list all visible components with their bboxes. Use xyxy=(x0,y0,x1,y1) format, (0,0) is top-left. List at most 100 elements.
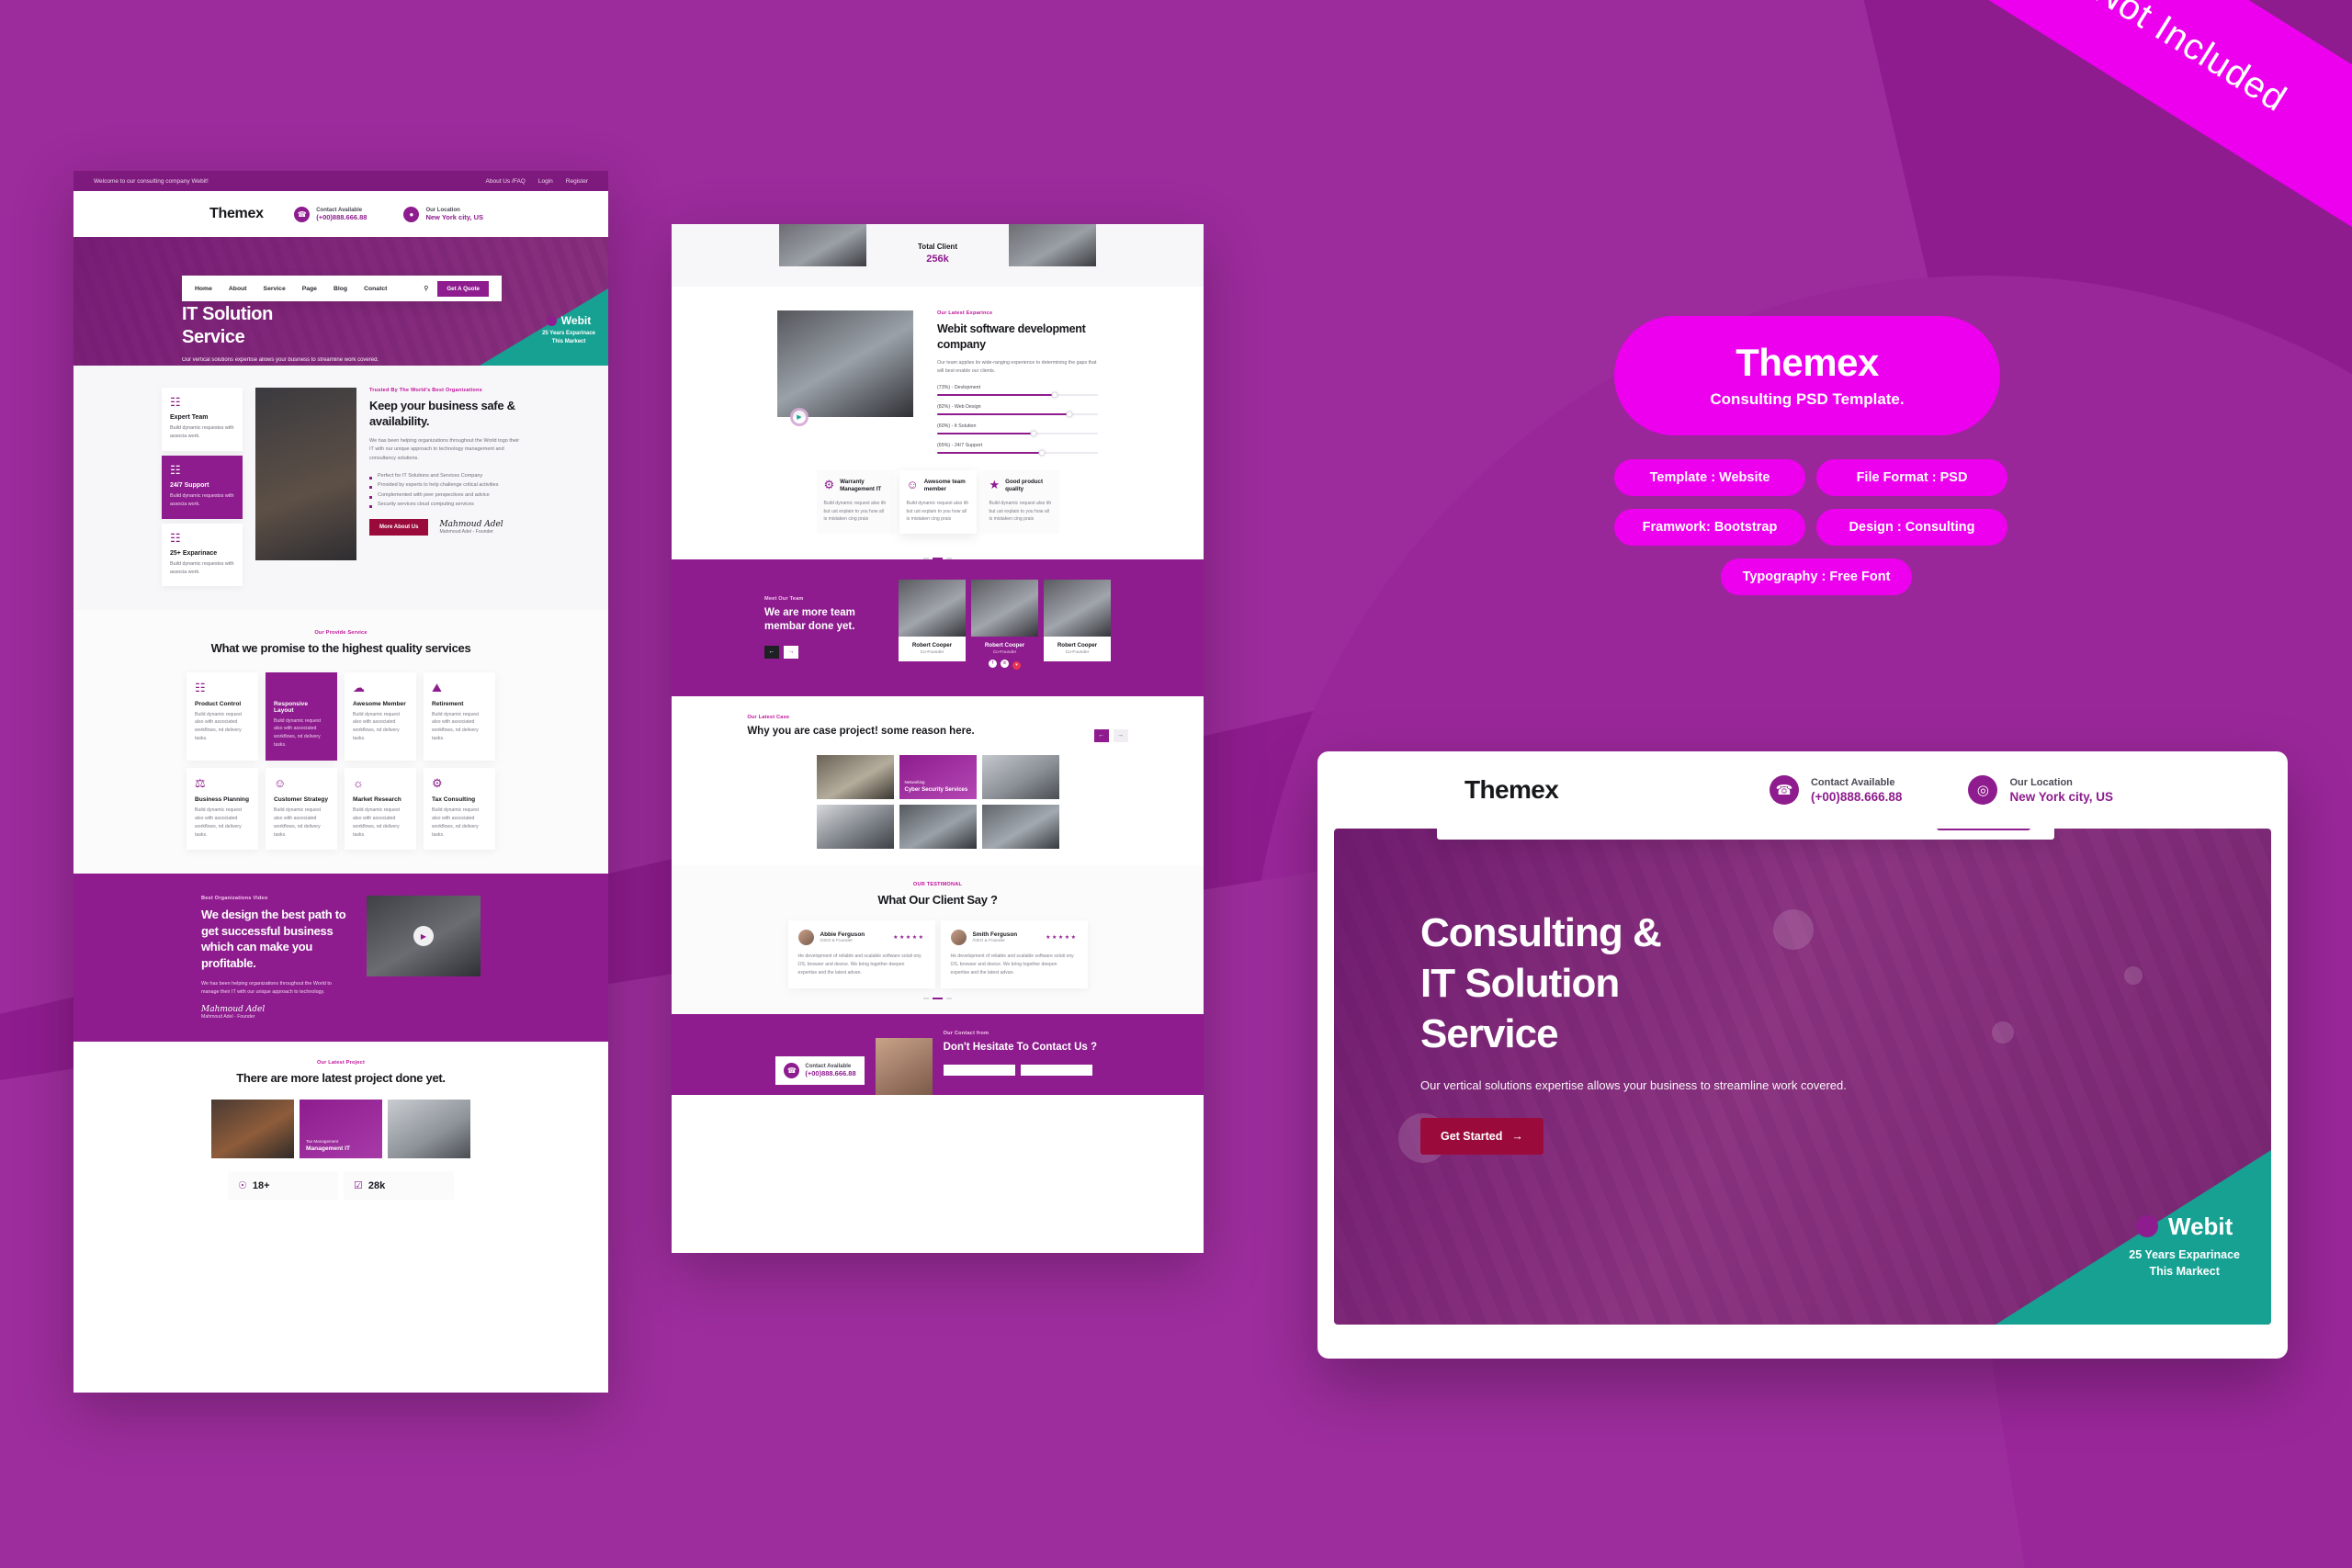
avatar xyxy=(950,930,967,945)
play-icon[interactable]: ▶ xyxy=(413,926,434,947)
webit-badge: Webit 25 Years Exparinace This Markect xyxy=(2129,1213,2240,1281)
skill-knob xyxy=(1038,449,1046,457)
carousel-dot[interactable] xyxy=(946,998,952,1000)
rating-stars: ★★★★★ xyxy=(1046,935,1078,941)
project-card[interactable]: Tax Management Management IT xyxy=(300,1100,382,1159)
preview-contact-value: (+00)888.666.88 xyxy=(1810,789,1903,804)
case-card[interactable] xyxy=(899,804,977,849)
team-member-role: Co-Founder xyxy=(1065,649,1090,655)
experience-eyebrow: Our Latest Exparince xyxy=(937,310,993,316)
service-card[interactable]: ☁ Awesome Member Build dynamic request als… xyxy=(345,671,416,761)
nav-item-blog[interactable]: Blog xyxy=(334,286,347,292)
nav-item-about[interactable]: About xyxy=(229,286,247,292)
service-card[interactable]: ⚒ Responsive Layout Build dynamic request … xyxy=(266,671,337,761)
case-card[interactable] xyxy=(981,804,1059,849)
team-member-card[interactable]: Robert Cooper Co-Founder f in ♥ xyxy=(971,579,1038,676)
preview-location[interactable]: ◎ Our Location New York city, US xyxy=(1968,775,2113,805)
get-a-quote-button[interactable]: Get A Quote xyxy=(1936,829,2030,830)
warranty-card-title: Warranty Management IT xyxy=(840,478,882,493)
case-card[interactable] xyxy=(816,804,894,849)
webit-line1: 25 Years Exparinace xyxy=(542,331,595,337)
arrow-left-icon[interactable]: ← xyxy=(1093,728,1109,742)
skill-fill xyxy=(937,451,1042,454)
service-card[interactable]: ⚖ Business Planning Build dynamic request … xyxy=(187,767,258,851)
carousel-dot[interactable] xyxy=(923,998,929,1000)
arrow-left-icon[interactable]: ← xyxy=(764,645,779,659)
case-card[interactable] xyxy=(981,754,1059,799)
nav-item-home[interactable]: Home xyxy=(195,286,212,292)
video-thumbnail[interactable]: ▶ xyxy=(367,896,481,977)
service-card[interactable]: ⛰ Retirement Build dynamic request also wi… xyxy=(424,671,495,761)
play-icon[interactable]: ▶ xyxy=(790,408,808,426)
project-sub: Tax Management xyxy=(306,1139,339,1145)
map-pin-icon: ◎ xyxy=(1968,775,1998,805)
project-card[interactable] xyxy=(211,1100,294,1159)
search-icon[interactable]: ⚲ xyxy=(424,285,428,292)
cases-grid: Networking Cyber Security Services xyxy=(672,754,1204,849)
warranty-card[interactable]: ★ Good product quality Build dynamic req… xyxy=(981,469,1059,534)
client-photo xyxy=(779,224,866,266)
carousel-dot[interactable] xyxy=(946,557,952,559)
topbar-link-login[interactable]: Login xyxy=(538,178,553,185)
get-a-quote-button[interactable]: Get A Quote xyxy=(437,280,489,297)
skill-knob xyxy=(1051,391,1058,399)
service-desc: Build dynamic request also with associat… xyxy=(353,807,401,838)
topbar-link-faq[interactable]: About Us /FAQ xyxy=(486,178,526,185)
spec-pill-typography: Typography : Free Font xyxy=(1721,558,1912,595)
arrow-right-icon[interactable]: → xyxy=(784,645,798,659)
contact-email-input[interactable] xyxy=(1020,1064,1092,1076)
about-feature-card[interactable]: ☷ Expert Team Build dynamic requestss wi… xyxy=(162,388,243,451)
about-feature-card[interactable]: ☷ 25+ Exparinace Build dynamic requestss… xyxy=(162,523,243,587)
heart-icon[interactable]: ♥ xyxy=(1012,660,1021,670)
warranty-card[interactable]: ⚙ Warranty Management IT Build dynamic r… xyxy=(816,469,894,534)
team-member-role: Co-Founder xyxy=(992,649,1017,655)
nav-item-contact[interactable]: Conatct xyxy=(364,286,387,292)
preview-contact[interactable]: ☎ Contact Available (+00)888.666.88 xyxy=(1769,775,1903,805)
webit-line1: 25 Years Exparinace xyxy=(2129,1247,2240,1261)
team-copy: Meet Our Team We are more team membar do… xyxy=(764,580,884,659)
about-bullet: Provided by experts to help challenge cr… xyxy=(369,480,520,490)
about-body: We has been helping organizations throug… xyxy=(369,437,520,462)
arrow-right-icon[interactable]: → xyxy=(1113,728,1128,742)
globe-icon: ☉ xyxy=(238,1180,247,1192)
site-brand[interactable]: Themex xyxy=(209,206,264,222)
project-card[interactable] xyxy=(388,1100,470,1159)
about-feature-card[interactable]: ☷ 24/7 Support Build dynamic requestss w… xyxy=(162,455,243,519)
header-location[interactable]: ● Our Location New York city, US xyxy=(403,206,483,222)
preview-hero-copy: Consulting & IT Solution Service Our ver… xyxy=(1420,908,1847,1156)
service-card[interactable]: ☼ Market Research Build dynamic request al… xyxy=(345,767,416,851)
service-card[interactable]: ☺ Customer Strategy Build dynamic request … xyxy=(266,767,337,851)
services-eyebrow: Our Provide Service xyxy=(314,630,368,637)
nav-item-page[interactable]: Page xyxy=(302,286,317,292)
service-card[interactable]: ☷ Product Control Build dynamic request al… xyxy=(187,671,258,761)
more-about-us-button[interactable]: More About Us xyxy=(369,519,429,536)
preview-brand[interactable]: Themex xyxy=(1464,775,1559,805)
server-shield-icon: ☷ xyxy=(170,530,181,545)
warranty-card[interactable]: ☺ Awesome team member Build dynamic requ… xyxy=(899,469,977,534)
carousel-dot-active[interactable] xyxy=(933,557,943,559)
testimonials-title: What Our Client Say ? xyxy=(877,892,998,907)
nav-item-service[interactable]: Service xyxy=(264,286,286,292)
header-contact[interactable]: ☎ Contact Available (+00)888.666.88 xyxy=(294,206,368,222)
service-card[interactable]: ⚙ Tax Consulting Build dynamic request als… xyxy=(424,767,495,851)
services-section: Our Provide Service What we promise to t… xyxy=(74,610,608,874)
carousel-dot-active[interactable] xyxy=(933,998,943,1000)
hero-get-started-button[interactable]: Get Started → xyxy=(1420,1118,1544,1156)
carousel-dot[interactable] xyxy=(923,557,929,559)
team-member-card[interactable]: Robert Cooper Co-Founder xyxy=(1044,579,1111,676)
arrow-right-icon: → xyxy=(1511,1130,1523,1144)
team-member-card[interactable]: Robert Cooper Co-Founder xyxy=(899,579,966,676)
case-title: Cyber Security Services xyxy=(904,786,968,793)
facebook-icon[interactable]: f xyxy=(989,659,997,668)
about-bullet: Complemented with peer perspectives and … xyxy=(369,491,520,500)
topbar-links: About Us /FAQ Login Register xyxy=(486,178,588,185)
case-card[interactable] xyxy=(816,754,894,799)
topbar-link-register[interactable]: Register xyxy=(566,178,588,185)
linkedin-icon[interactable]: in xyxy=(1001,659,1009,668)
skill-track xyxy=(937,430,1098,437)
case-card[interactable]: Networking Cyber Security Services xyxy=(899,754,977,799)
contact-value: (+00)888.666.88 xyxy=(316,212,368,221)
service-title: Retirement xyxy=(432,700,464,707)
contact-name-input[interactable] xyxy=(943,1064,1015,1076)
about-feature-desc: Build dynamic requestss with associa wor… xyxy=(170,425,234,439)
